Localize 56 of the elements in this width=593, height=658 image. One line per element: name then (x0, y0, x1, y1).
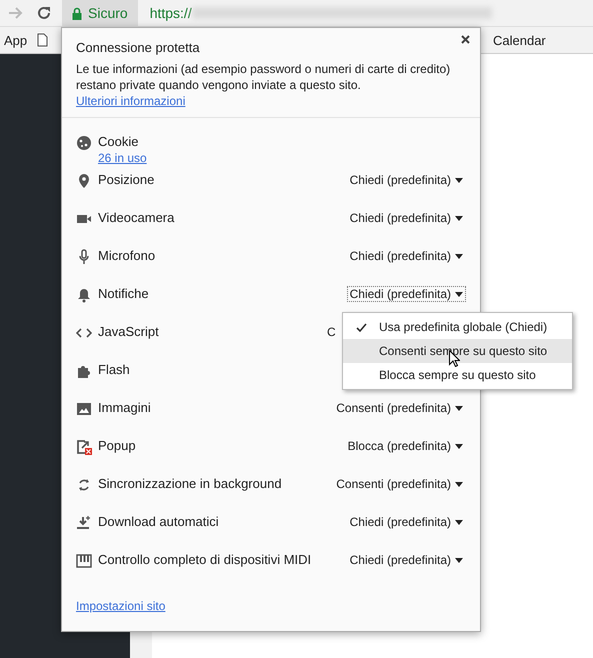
caret-icon (455, 178, 463, 182)
permission-label: Cookie (98, 134, 138, 149)
permission-dropdown[interactable]: Chiedi (predefinita) (346, 552, 466, 568)
permission-label: Download automatici (98, 514, 219, 529)
permission-label: Controllo completo di dispositivi MIDI (98, 552, 312, 567)
download-icon (76, 515, 92, 531)
popup-title: Connessione protetta (76, 40, 201, 55)
permission-label: Notifiche (98, 286, 149, 301)
caret-icon (455, 444, 463, 448)
permission-label: Immagini (98, 400, 151, 415)
caret-icon (455, 406, 463, 410)
lock-icon (72, 6, 82, 20)
permission-label: Microfono (98, 248, 156, 263)
piano-keys-icon (76, 553, 92, 569)
page-icon[interactable] (37, 33, 48, 47)
permission-dropdown[interactable]: Chiedi (predefinita) (346, 286, 466, 302)
permission-dropdown[interactable]: Consenti (predefinita) (333, 476, 466, 492)
permission-label: Videocamera (98, 210, 174, 225)
permission-dropdown[interactable]: Blocca (predefinita) (344, 438, 466, 454)
permission-dropdown-value[interactable]: C (326, 324, 339, 340)
permission-dropdown[interactable]: Consenti (predefinita) (333, 400, 466, 416)
menu-item[interactable]: Blocca sempre su questo sito (343, 363, 572, 387)
checkmark-icon (356, 322, 366, 332)
caret-icon (455, 292, 463, 296)
blocked-window-icon (76, 439, 92, 455)
puzzle-icon (76, 363, 92, 379)
permission-label: Flash (98, 362, 130, 377)
caret-icon (455, 558, 463, 562)
cookie-icon (76, 135, 92, 151)
url-text[interactable]: https:// (150, 5, 192, 21)
permission-dropdown[interactable]: Chiedi (predefinita) (346, 210, 466, 226)
reload-icon[interactable] (36, 5, 52, 21)
menu-item[interactable]: Usa predefinita globale (Chiedi) (343, 315, 572, 339)
caret-icon (455, 520, 463, 524)
permission-dropdown[interactable]: Chiedi (predefinita) (346, 514, 466, 530)
image-icon (76, 401, 92, 417)
bookmark[interactable]: App (4, 32, 28, 48)
permission-label: JavaScript (98, 324, 159, 339)
permission-dropdown[interactable]: Chiedi (predefinita) (346, 172, 466, 188)
sync-icon (76, 477, 92, 493)
description-text: Le tue informazioni (ad esempio password o numeri di carte di credito) restano private quando vengono inviate a questo sito. Ulteriori informazioni (76, 61, 452, 109)
close-icon[interactable] (461, 35, 470, 44)
bell-icon (76, 287, 92, 303)
bookmark[interactable]: Calendar (493, 32, 593, 48)
more-info-link[interactable]: Ulteriori informazioni (76, 94, 186, 108)
caret-icon (455, 216, 463, 220)
permission-label: Posizione (98, 172, 154, 187)
site-settings-link[interactable]: Impostazioni sito (76, 599, 166, 613)
caret-icon (455, 254, 463, 258)
permission-label: Sincronizzazione in background (98, 476, 282, 491)
security-chip[interactable]: Sicuro (62, 0, 138, 26)
caret-icon (455, 482, 463, 486)
permission-label: Popup (98, 438, 136, 453)
location-pin-icon (76, 173, 92, 189)
cookies-in-use-link[interactable]: 26 in uso (98, 151, 147, 165)
permission-dropdown[interactable]: Chiedi (predefinita) (346, 248, 466, 264)
